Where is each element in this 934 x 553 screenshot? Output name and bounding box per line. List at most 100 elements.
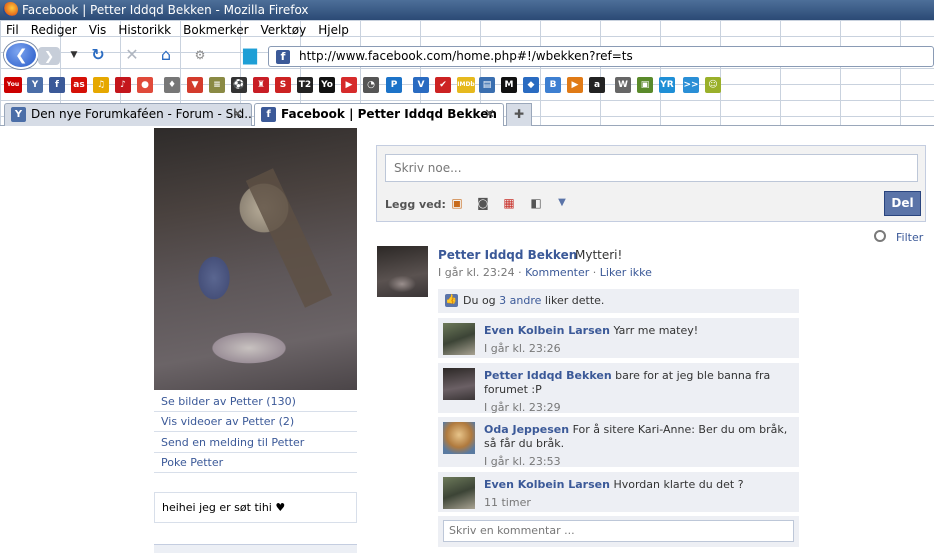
post-author-avatar[interactable] xyxy=(377,246,428,297)
bookmark-icon[interactable]: ▤ xyxy=(479,77,495,93)
bookmark-icon[interactable]: B xyxy=(545,77,561,93)
bookmark-icon[interactable]: ♜ xyxy=(253,77,269,93)
sidebar-link-message[interactable]: Send en melding til Petter xyxy=(154,433,357,453)
youtube-icon[interactable]: You xyxy=(4,77,22,93)
sidebar-link-poke[interactable]: Poke Petter xyxy=(154,453,357,473)
chat-bubble-icon[interactable]: ▆ xyxy=(236,46,264,64)
bookmark-icon[interactable]: T2 xyxy=(297,77,313,93)
bookmark-icon[interactable]: ⚽ xyxy=(231,77,247,93)
bookmark-icon[interactable]: ● xyxy=(137,77,153,93)
commenter-name[interactable]: Even Kolbein Larsen xyxy=(484,478,610,491)
commenter-avatar[interactable] xyxy=(443,477,475,509)
comment-body: Even Kolbein Larsen Yarr me matey! I går… xyxy=(484,324,789,356)
facebook-favicon-icon: f xyxy=(261,107,276,122)
commenter-name[interactable]: Oda Jeppesen xyxy=(484,423,569,436)
link-attach-icon[interactable]: ◧ xyxy=(528,195,544,211)
filter-link[interactable]: Filter xyxy=(874,230,924,244)
menu-historikk[interactable]: Historikk xyxy=(112,20,177,40)
post-author-name[interactable]: Petter Iddqd Bekken xyxy=(438,248,577,262)
likes-summary: 👍 Du og 3 andre liker dette. xyxy=(438,289,799,313)
meta-separator: · xyxy=(589,266,600,279)
menu-hjelp[interactable]: Hjelp xyxy=(312,20,355,40)
comment-text: Yarr me matey! xyxy=(613,324,699,337)
wikipedia-icon[interactable]: W xyxy=(615,77,631,93)
event-attach-icon[interactable]: ▦ xyxy=(501,195,517,211)
comment-input[interactable]: Skriv en kommentar ... xyxy=(443,520,794,542)
addon-icon[interactable]: ⚙ xyxy=(190,46,210,64)
bookmark-icon[interactable]: ♦ xyxy=(164,77,180,93)
bookmark-icon[interactable]: M xyxy=(501,77,517,93)
bookmark-icon[interactable]: ▶ xyxy=(567,77,583,93)
commenter-avatar[interactable] xyxy=(443,368,475,400)
navigation-toolbar: ❯ ▼ ↻ ✕ ⌂ ⚙ ▆ f http://www.facebook.com/… xyxy=(0,40,934,69)
yr-icon[interactable]: YR xyxy=(659,77,675,93)
comment-time: I går kl. 23:26 xyxy=(484,342,561,355)
comment-body: Even Kolbein Larsen Hvordan klarte du de… xyxy=(484,478,789,510)
forum-icon[interactable]: Y xyxy=(27,77,43,93)
window-titlebar: Facebook | Petter Iddqd Bekken - Mozilla… xyxy=(0,0,934,20)
bookmark-icon[interactable]: ◔ xyxy=(363,77,379,93)
commenter-avatar[interactable] xyxy=(443,422,475,454)
likes-prefix: Du og xyxy=(463,294,500,307)
lastfm-icon[interactable]: as xyxy=(71,77,87,93)
bookmark-icon[interactable]: ☺ xyxy=(705,77,721,93)
stop-icon[interactable]: ✕ xyxy=(122,46,142,64)
sidebar-section-header xyxy=(154,544,357,553)
more-attach-dropdown-icon[interactable]: ▼ xyxy=(554,195,570,211)
menu-rediger[interactable]: Rediger xyxy=(25,20,83,40)
arrows-icon[interactable]: >> xyxy=(683,77,699,93)
tab-forum[interactable]: Y Den nye Forumkaféen - Forum - Sid... ✕ xyxy=(4,103,252,126)
bookmark-icon[interactable]: S xyxy=(275,77,291,93)
menu-verktoy[interactable]: Verktøy xyxy=(255,20,313,40)
thumbs-up-icon: 👍 xyxy=(445,294,458,307)
bookmark-icon[interactable]: Yo xyxy=(319,77,335,93)
back-button[interactable] xyxy=(4,41,38,69)
tab-facebook[interactable]: f Facebook | Petter Iddqd Bekken ✕ xyxy=(254,103,504,126)
reload-icon[interactable]: ↻ xyxy=(88,46,108,64)
play-icon[interactable]: ▶ xyxy=(341,77,357,93)
meta-separator: · xyxy=(514,266,526,279)
video-attach-icon[interactable]: ◙ xyxy=(475,195,491,211)
bookmark-icon[interactable]: V xyxy=(413,77,429,93)
facebook-icon[interactable]: f xyxy=(49,77,65,93)
commenter-name[interactable]: Even Kolbein Larsen xyxy=(484,324,610,337)
likes-others-link[interactable]: 3 andre xyxy=(499,294,541,307)
menu-vis[interactable]: Vis xyxy=(83,20,113,40)
comment-time: I går kl. 23:53 xyxy=(484,455,561,468)
status-input[interactable]: Skriv noe... xyxy=(385,154,918,182)
imdb-icon[interactable]: IMDb xyxy=(457,77,475,93)
bookmark-icon[interactable]: ▼ xyxy=(187,77,203,93)
magnifier-icon xyxy=(874,230,886,242)
photo-attach-icon[interactable]: ▣ xyxy=(449,195,465,211)
unlike-link[interactable]: Liker ikke xyxy=(600,266,652,279)
share-button[interactable]: Del xyxy=(884,191,921,216)
bookmark-icon[interactable]: ≡ xyxy=(209,77,225,93)
bookmark-icon[interactable]: ◆ xyxy=(523,77,539,93)
forum-favicon-icon: Y xyxy=(11,107,26,122)
bookmark-icon[interactable]: P xyxy=(386,77,402,93)
sidebar-link-videos[interactable]: Vis videoer av Petter (2) xyxy=(154,412,357,432)
history-dropdown-icon[interactable]: ▼ xyxy=(64,46,84,64)
new-tab-button[interactable]: ✚ xyxy=(506,103,532,126)
bookmark-icon[interactable]: ▣ xyxy=(637,77,653,93)
commenter-name[interactable]: Petter Iddqd Bekken xyxy=(484,369,612,382)
filter-label: Filter xyxy=(896,231,924,244)
bookmark-icon[interactable]: ✔ xyxy=(435,77,451,93)
bookmark-icon[interactable]: ♫ xyxy=(93,77,109,93)
profile-bio: heihei jeg er søt tihi ♥ xyxy=(154,492,357,523)
music-icon[interactable]: ♪ xyxy=(115,77,131,93)
close-icon[interactable]: ✕ xyxy=(484,104,495,125)
menu-bokmerker[interactable]: Bokmerker xyxy=(177,20,254,40)
url-bar[interactable]: f http://www.facebook.com/home.php#!/wbe… xyxy=(268,46,934,67)
forward-button[interactable]: ❯ xyxy=(38,47,60,65)
amazon-icon[interactable]: a xyxy=(589,77,605,93)
home-icon[interactable]: ⌂ xyxy=(156,46,176,64)
menu-fil[interactable]: Fil xyxy=(0,20,25,40)
post-text: Mytteri! xyxy=(575,248,623,262)
profile-photo[interactable] xyxy=(154,128,357,390)
sidebar-link-photos[interactable]: Se bilder av Petter (130) xyxy=(154,392,357,412)
commenter-avatar[interactable] xyxy=(443,323,475,355)
comment-link[interactable]: Kommenter xyxy=(525,266,589,279)
tab-label: Facebook | Petter Iddqd Bekken xyxy=(281,107,497,121)
close-icon[interactable]: ✕ xyxy=(232,104,243,125)
